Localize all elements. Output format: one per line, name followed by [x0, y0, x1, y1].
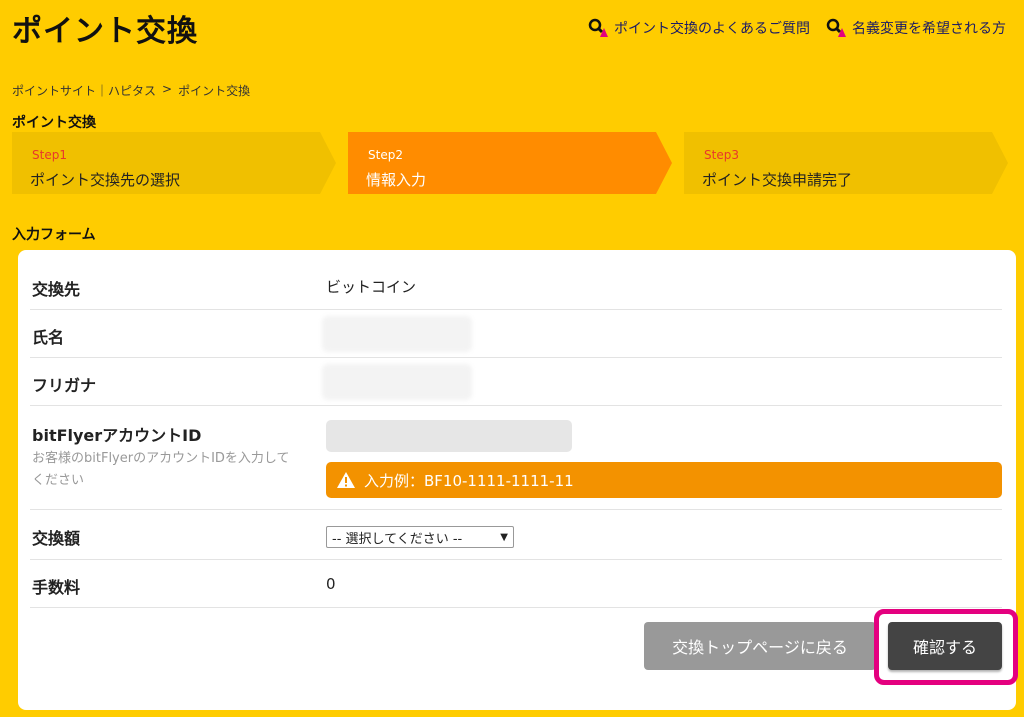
account-id-input[interactable] [326, 420, 572, 452]
step-3-number: Step3 [704, 148, 739, 162]
fee-value: 0 [326, 575, 336, 593]
back-to-top-button[interactable]: 交換トップページに戻る [644, 622, 876, 670]
step-2-number: Step2 [368, 148, 403, 162]
account-id-example-notice: 入力例：BF10-1111-1111-11 [326, 462, 1002, 498]
step-progress: Step1 ポイント交換先の選択 Step2 情報入力 Step3 ポイント交換… [12, 132, 1008, 194]
breadcrumb-current: ポイント交換 [178, 84, 251, 98]
confirm-button[interactable]: 確認する [888, 622, 1002, 670]
breadcrumb-home-link[interactable]: ポイントサイト｜ハピタス [12, 82, 156, 99]
step-1-label: ポイント交換先の選択 [30, 171, 181, 189]
step-3-label: ポイント交換申請完了 [702, 171, 853, 189]
header-links: ポイント交換のよくあるご質問 名義変更を希望される方 [588, 18, 1006, 38]
furigana-value-redacted [322, 364, 472, 400]
row-amount: 交換額 -- 選択してください -- ▼ [30, 510, 1002, 560]
step-2: Step2 情報入力 [348, 132, 672, 194]
row-destination: 交換先 ビットコイン [30, 262, 1002, 310]
row-furigana: フリガナ [30, 358, 1002, 406]
amount-select-value: -- 選択してください -- [332, 531, 463, 547]
faq-link[interactable]: ポイント交換のよくあるご質問 [588, 18, 810, 38]
name-change-link-label: 名義変更を希望される方 [852, 21, 1006, 37]
steps-section-title: ポイント交換 [12, 115, 96, 131]
page-title: ポイント交換 [12, 14, 198, 49]
destination-value: ビットコイン [326, 278, 417, 296]
fee-label: 手数料 [32, 578, 81, 597]
step-3: Step3 ポイント交換申請完了 [684, 132, 1008, 194]
magnifier-icon [826, 18, 846, 37]
input-form: 交換先 ビットコイン 氏名 フリガナ bitFlyerアカウントID お客様のb… [18, 250, 1018, 710]
name-change-link[interactable]: 名義変更を希望される方 [826, 18, 1006, 38]
name-value-redacted [322, 316, 472, 352]
row-account-id: bitFlyerアカウントID お客様のbitFlyerのアカウントIDを入力し… [30, 406, 1002, 510]
warning-icon [337, 472, 355, 488]
step-2-label: 情報入力 [366, 171, 427, 189]
row-fee: 手数料 0 [30, 560, 1002, 608]
furigana-label: フリガナ [32, 376, 97, 395]
name-label: 氏名 [32, 328, 65, 347]
account-id-label: bitFlyerアカウントID [32, 426, 202, 445]
amount-select[interactable]: -- 選択してください -- ▼ [326, 526, 514, 548]
row-name: 氏名 [30, 310, 1002, 358]
breadcrumb: ポイントサイト｜ハピタス > ポイント交換 [12, 82, 250, 99]
step-1-number: Step1 [32, 148, 67, 162]
account-id-hint: お客様のbitFlyerのアカウントIDを入力してください [32, 451, 290, 489]
dropdown-arrow-icon: ▼ [500, 531, 508, 543]
form-title: 入力フォーム [12, 227, 96, 243]
amount-label: 交換額 [32, 529, 81, 548]
magnifier-icon [588, 18, 608, 37]
destination-label: 交換先 [32, 280, 81, 299]
account-id-example-text: 入力例：BF10-1111-1111-11 [364, 471, 574, 490]
step-1: Step1 ポイント交換先の選択 [12, 132, 336, 194]
breadcrumb-separator: > [162, 82, 173, 96]
faq-link-label: ポイント交換のよくあるご質問 [614, 21, 810, 37]
